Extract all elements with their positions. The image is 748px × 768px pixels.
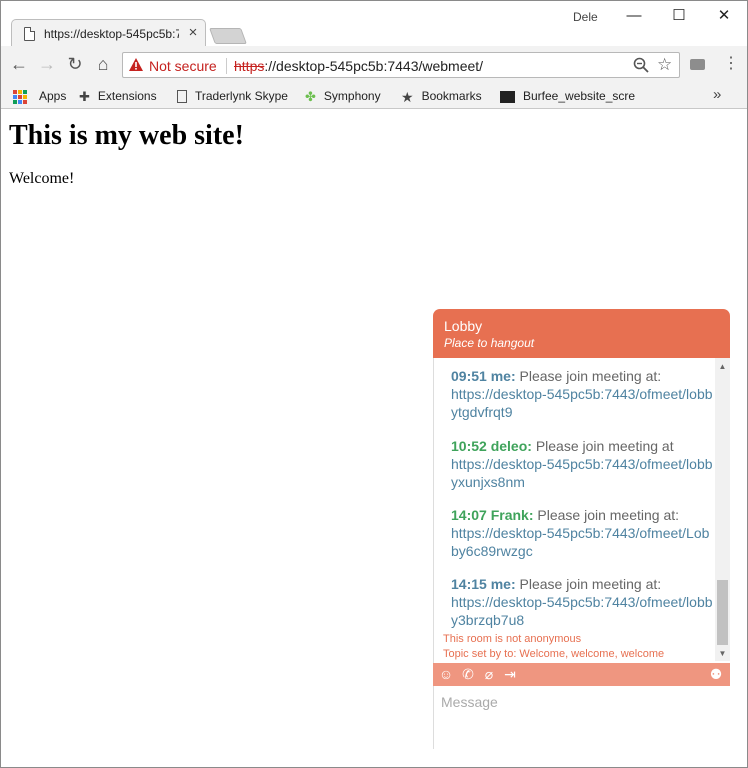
bookmarks-bar: Apps ✚ Extensions Traderlynk Skype ✤ Symph… [1,83,747,109]
room-members-icon[interactable]: ⚉ [708,666,724,682]
address-bar[interactable]: Not secure https://desktop-545pc5b:7443/… [122,52,680,78]
star-icon: ★ [401,88,414,105]
scroll-up-icon[interactable]: ▲ [718,362,727,371]
message-time: 14:15 me: [451,576,516,592]
bookmark-label: Symphony [323,89,381,103]
close-window-button[interactable]: ✕ [709,5,739,27]
url-rest: ://desktop-545pc5b:7443/webmeet/ [264,58,484,74]
flag-icon [500,90,515,103]
browser-toolbar: ← → ↻ ⌂ Not secure https://desktop-545pc… [1,46,747,83]
bookmark-apps[interactable]: Apps [13,88,66,104]
tab-title: https://desktop-545pc5b:7443/webmeet/ [44,27,179,41]
chat-message: 14:15 me: Please join meeting at: https:… [451,575,713,629]
message-link[interactable]: https://desktop-545pc5b:7443/ofmeet/lobb… [451,594,713,628]
page-title: This is my web site! [9,120,244,151]
url-text[interactable]: https://desktop-545pc5b:7443/webmeet/ [234,58,483,74]
chat-scrollbar[interactable]: ▲ ▼ [715,358,730,661]
chat-widget: Lobby Place to hangout 09:51 me: Please … [433,309,730,749]
scroll-down-icon[interactable]: ▼ [718,649,727,658]
bookmark-extensions[interactable]: ✚ Extensions [79,88,157,104]
scroll-thumb[interactable] [717,580,728,645]
zoom-icon[interactable] [633,57,649,73]
message-text: Please join meeting at: [533,507,680,523]
home-button[interactable]: ⌂ [91,52,115,76]
message-text: Please join meeting at [531,438,674,454]
bookmark-bookmarks[interactable]: ★ Bookmarks [401,88,482,105]
chat-header[interactable]: Lobby Place to hangout [433,309,730,358]
security-label[interactable]: Not secure [149,58,217,74]
room-name: Lobby [444,318,483,334]
symphony-icon: ✤ [305,88,316,104]
room-anonymous-notice: This room is not anonymous [443,633,582,645]
title-bar: https://desktop-545pc5b:7443/webmeet/ × … [1,1,747,47]
puzzle-icon: ✚ [79,88,90,104]
message-text: Please join meeting at: [515,368,662,384]
bookmark-label: Bookmarks [421,89,482,103]
reload-button[interactable]: ↻ [63,52,87,76]
leave-room-icon[interactable]: ⇥ [502,666,518,682]
chat-message: 10:52 deleo: Please join meeting at http… [451,437,713,491]
room-topic: Place to hangout [444,336,535,350]
message-time: 14:07 Frank: [451,507,534,523]
close-tab-icon[interactable]: × [186,24,200,42]
browser-window: https://desktop-545pc5b:7443/webmeet/ × … [0,0,748,768]
emoji-icon[interactable]: ☺ [438,666,454,682]
bookmark-label: Extensions [97,89,157,103]
apps-grid-icon [13,89,27,104]
extension-icon[interactable] [690,59,705,70]
forward-button[interactable]: → [35,52,59,76]
bookmark-label: Traderlynk Skype [195,89,288,103]
attachment-icon[interactable]: ⌀ [481,666,497,682]
page-icon [177,90,187,104]
message-link[interactable]: https://desktop-545pc5b:7443/ofmeet/Lobb… [451,525,709,559]
bookmark-traderlynk-skype[interactable]: Traderlynk Skype [177,88,288,104]
message-link[interactable]: https://desktop-545pc5b:7443/ofmeet/lobb… [451,386,713,420]
welcome-text: Welcome! [9,170,75,187]
address-separator [226,58,227,74]
message-link[interactable]: https://desktop-545pc5b:7443/ofmeet/lobb… [451,456,713,490]
message-input[interactable] [433,686,730,749]
page-icon [24,27,35,41]
bookmark-label: Burfee_website_scre [523,89,635,103]
bookmark-star-icon[interactable]: ☆ [657,55,672,75]
maximize-button[interactable]: ☐ [664,5,694,27]
room-topic-notice: Topic set by to: Welcome, welcome, welco… [443,648,665,660]
chat-message: 14:07 Frank: Please join meeting at: htt… [451,506,713,560]
url-scheme: https [234,58,265,74]
back-button[interactable]: ← [7,52,31,76]
message-time: 09:51 me: [451,368,516,384]
chat-toolbar: ☺ ✆ ⌀ ⇥ ⚉ [433,663,730,686]
message-text: Please join meeting at: [515,576,662,592]
bookmark-label: Apps [39,89,67,103]
profile-name[interactable]: Dele [573,10,598,24]
bookmarks-overflow-button[interactable]: » [713,86,721,103]
chat-messages[interactable]: 09:51 me: Please join meeting at: https:… [433,358,730,663]
chat-message: 09:51 me: Please join meeting at: https:… [451,367,713,421]
warning-icon [129,58,143,71]
minimize-button[interactable]: — [619,5,649,27]
message-time: 10:52 deleo: [451,438,532,454]
bookmark-burfee[interactable]: Burfee_website_scre [500,88,635,104]
browser-tab[interactable]: https://desktop-545pc5b:7443/webmeet/ × [11,19,206,47]
bookmark-symphony[interactable]: ✤ Symphony [305,88,381,104]
new-tab-button[interactable] [209,28,247,44]
call-icon[interactable]: ✆ [460,666,476,682]
menu-icon[interactable]: ⋮ [723,54,739,74]
